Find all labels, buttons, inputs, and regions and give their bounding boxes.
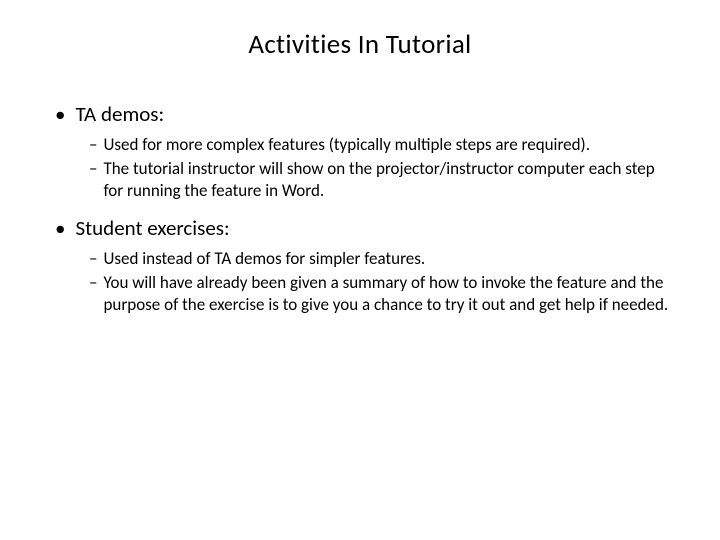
dash-icon: – — [89, 248, 97, 270]
sub-bullet-text: Used for more complex features (typicall… — [103, 134, 590, 156]
bullet-item: • Student exercises: – Used instead of T… — [55, 215, 675, 317]
bullet-item: • TA demos: – Used for more complex feat… — [55, 101, 675, 203]
bullet-label: TA demos: — [75, 101, 164, 128]
bullet-label: Student exercises: — [75, 215, 229, 242]
dash-icon: – — [89, 272, 97, 294]
sub-bullet-list: – Used instead of TA demos for simpler f… — [55, 248, 675, 316]
bullet-icon: • — [55, 101, 65, 128]
bullet-icon: • — [55, 215, 65, 242]
sub-bullet-item: – You will have already been given a sum… — [89, 272, 675, 316]
sub-bullet-item: – The tutorial instructor will show on t… — [89, 158, 675, 202]
bullet-list: • TA demos: – Used for more complex feat… — [45, 101, 675, 316]
dash-icon: – — [89, 134, 97, 156]
sub-bullet-text: You will have already been given a summa… — [103, 272, 675, 316]
slide-container: Activities In Tutorial • TA demos: – Use… — [0, 0, 720, 540]
sub-bullet-item: – Used instead of TA demos for simpler f… — [89, 248, 675, 270]
bullet-main: • TA demos: — [55, 101, 675, 128]
slide-title: Activities In Tutorial — [45, 28, 675, 61]
sub-bullet-text: The tutorial instructor will show on the… — [103, 158, 675, 202]
sub-bullet-item: – Used for more complex features (typica… — [89, 134, 675, 156]
sub-bullet-text: Used instead of TA demos for simpler fea… — [103, 248, 425, 270]
sub-bullet-list: – Used for more complex features (typica… — [55, 134, 675, 202]
bullet-main: • Student exercises: — [55, 215, 675, 242]
dash-icon: – — [89, 158, 97, 180]
